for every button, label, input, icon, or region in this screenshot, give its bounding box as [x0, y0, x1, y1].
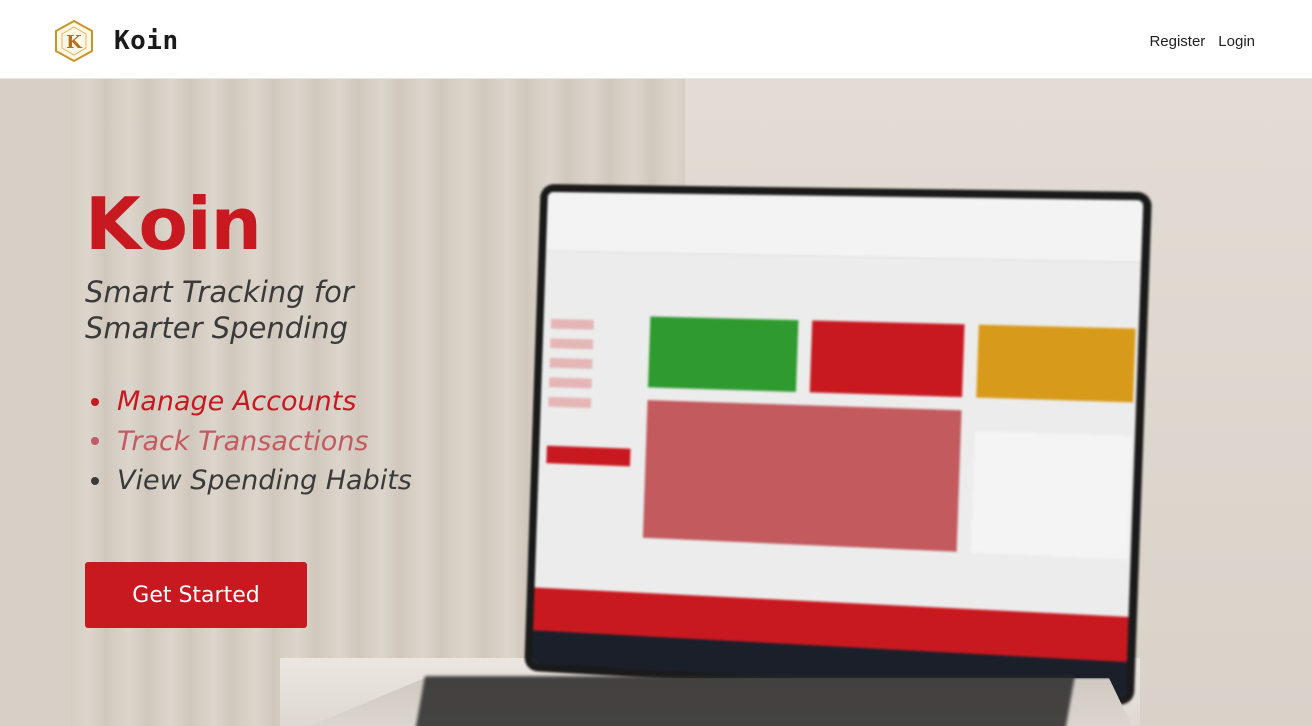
laptop-screen [532, 191, 1144, 697]
laptop-balances-panel [970, 430, 1132, 560]
feature-label: View Spending Habits [117, 465, 412, 497]
hero-copy: Koin Smart Tracking for Smarter Spending… [85, 188, 412, 501]
laptop-browser-bar [545, 191, 1144, 263]
hero-tagline: Smart Tracking for Smarter Spending [85, 275, 354, 345]
register-link[interactable]: Register [1149, 33, 1205, 50]
logo-letter: K [66, 32, 83, 53]
laptop-quick-button [546, 445, 631, 467]
feature-item: Track Transactions [85, 422, 412, 462]
feature-item: Manage Accounts [85, 382, 412, 422]
feature-label: Manage Accounts [117, 386, 357, 418]
brand-name[interactable]: Koin [114, 26, 179, 56]
hero-title: Koin [85, 182, 262, 266]
bullet-icon [91, 397, 99, 406]
feature-list: Manage Accounts Track Transactions View … [85, 382, 412, 501]
koin-logo-icon: K [55, 19, 93, 63]
laptop-screenshot-image [524, 184, 1153, 706]
laptop-card-red [809, 320, 965, 398]
brand[interactable]: K Koin [54, 19, 179, 63]
bullet-icon [91, 476, 99, 485]
laptop-recent-panel [642, 400, 962, 552]
nav-links: Register Login [1149, 33, 1255, 50]
laptop-card-gold [976, 324, 1136, 403]
feature-item: View Spending Habits [85, 461, 412, 501]
laptop-sidebar [548, 309, 637, 419]
bullet-icon [91, 437, 99, 446]
login-link[interactable]: Login [1218, 33, 1255, 50]
laptop-card-green [648, 316, 799, 392]
laptop-keyboard [415, 676, 1075, 726]
top-navbar: K Koin Register Login [0, 0, 1312, 79]
feature-label: Track Transactions [117, 425, 369, 457]
get-started-button[interactable]: Get Started [85, 562, 307, 628]
